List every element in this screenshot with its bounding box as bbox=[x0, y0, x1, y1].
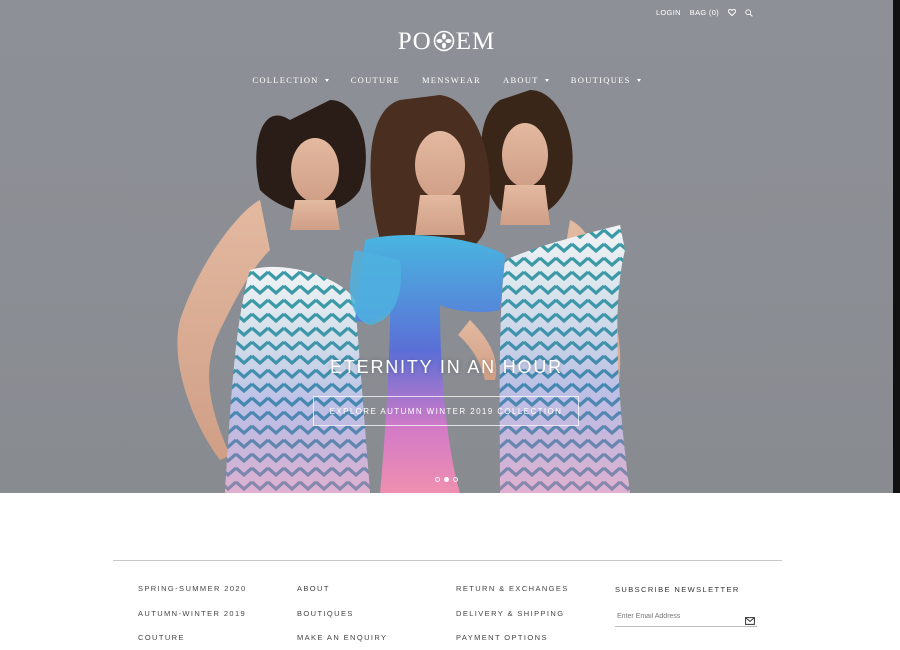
mail-icon[interactable] bbox=[745, 612, 755, 630]
hero-banner: LOGIN BAG (0) PO EM COLLECTION COUTURE ME… bbox=[0, 0, 893, 493]
carousel-dots bbox=[0, 477, 893, 482]
footer-link-couture[interactable]: COUTURE bbox=[138, 633, 247, 643]
footer-link-delivery[interactable]: DELIVERY & SHIPPING bbox=[456, 609, 569, 619]
nav-collection[interactable]: COLLECTION bbox=[252, 75, 329, 85]
nav-boutiques-label: BOUTIQUES bbox=[570, 75, 631, 85]
footer-link-boutiques[interactable]: BOUTIQUES bbox=[297, 609, 387, 619]
chevron-down-icon bbox=[636, 78, 641, 82]
newsletter-field bbox=[615, 607, 757, 627]
carousel-dot-1[interactable] bbox=[435, 477, 440, 482]
nav-boutiques[interactable]: BOUTIQUES bbox=[571, 75, 641, 85]
carousel-dot-3[interactable] bbox=[453, 477, 458, 482]
footer-col-collections: SPRING-SUMMER 2020 AUTUMN-WINTER 2019 CO… bbox=[138, 584, 247, 643]
chevron-down-icon bbox=[544, 78, 549, 82]
footer-link-make-an-enquiry[interactable]: MAKE AN ENQUIRY bbox=[297, 633, 387, 643]
hero-edge bbox=[893, 0, 900, 493]
footer-link-spring-summer-2020[interactable]: SPRING-SUMMER 2020 bbox=[138, 584, 247, 594]
main-nav: COLLECTION COUTURE MENSWEAR ABOUT BOUTIQ… bbox=[0, 75, 893, 85]
newsletter-email-input[interactable] bbox=[615, 613, 735, 620]
footer-link-about[interactable]: ABOUT bbox=[297, 584, 387, 594]
utility-bar: LOGIN BAG (0) bbox=[656, 8, 753, 17]
footer-link-returns[interactable]: RETURN & EXCHANGES bbox=[456, 584, 569, 594]
logo-text-right: EM bbox=[455, 28, 496, 55]
nav-collection-label: COLLECTION bbox=[252, 75, 319, 85]
nav-couture-label: COUTURE bbox=[350, 75, 400, 85]
heart-icon[interactable] bbox=[728, 9, 736, 16]
nav-menswear[interactable]: MENSWEAR bbox=[422, 75, 481, 85]
logo-text-left: PO bbox=[397, 28, 432, 55]
chevron-down-icon bbox=[324, 78, 329, 82]
nav-about-label: ABOUT bbox=[503, 75, 539, 85]
hero-image-models bbox=[177, 90, 630, 493]
footer-link-autumn-winter-2019[interactable]: AUTUMN-WINTER 2019 bbox=[138, 609, 247, 619]
login-link[interactable]: LOGIN bbox=[656, 8, 681, 17]
nav-couture[interactable]: COUTURE bbox=[351, 75, 400, 85]
footer-col-about: ABOUT BOUTIQUES MAKE AN ENQUIRY bbox=[297, 584, 387, 643]
footer-divider bbox=[113, 560, 782, 561]
bag-link[interactable]: BAG (0) bbox=[690, 8, 719, 17]
flower-logo-icon bbox=[433, 30, 455, 52]
footer-link-payment[interactable]: PAYMENT OPTIONS bbox=[456, 633, 569, 643]
search-icon[interactable] bbox=[745, 8, 753, 17]
hero-title: ETERNITY IN AN HOUR bbox=[330, 357, 563, 377]
footer-col-service: RETURN & EXCHANGES DELIVERY & SHIPPING P… bbox=[456, 584, 569, 643]
explore-collection-button[interactable]: EXPLORE AUTUMN WINTER 2019 COLLECTION bbox=[313, 396, 579, 426]
nav-about[interactable]: ABOUT bbox=[503, 75, 549, 85]
nav-menswear-label: MENSWEAR bbox=[421, 75, 481, 85]
newsletter-title: SUBSCRIBE NEWSLETTER bbox=[615, 585, 740, 594]
brand-logo[interactable]: PO EM bbox=[0, 28, 893, 56]
carousel-dot-2[interactable] bbox=[444, 477, 449, 482]
